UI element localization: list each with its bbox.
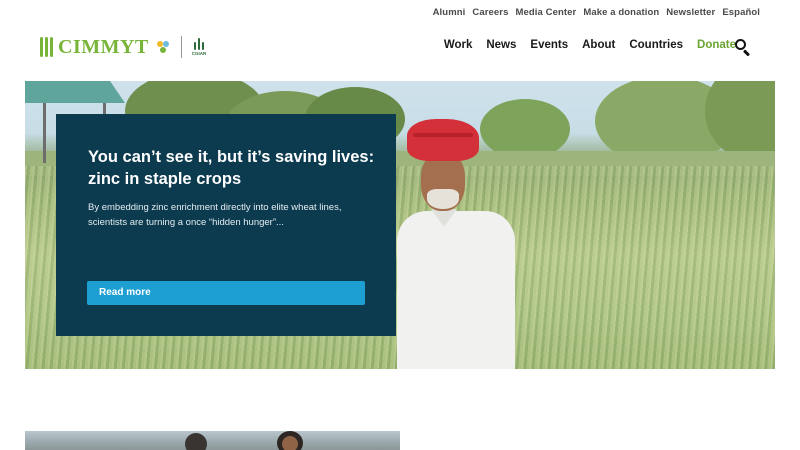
utility-link-careers[interactable]: Careers <box>472 7 508 18</box>
utility-nav: Alumni Careers Media Center Make a donat… <box>433 7 760 18</box>
logo-wordmark: CIMMYT <box>58 35 149 58</box>
hero-farmer-figure <box>397 119 517 369</box>
nav-work[interactable]: Work <box>444 39 473 51</box>
cgiar-leaf-icon <box>192 38 206 50</box>
hero-title[interactable]: You can’t see it, but it’s saving lives:… <box>88 146 378 190</box>
utility-link-alumni[interactable]: Alumni <box>433 7 466 18</box>
hero-summary: By embedding zinc enrichment directly in… <box>88 202 342 228</box>
logo-divider <box>180 36 182 58</box>
cgiar-label: CGIAR <box>191 51 207 56</box>
main-nav: Work News Events About Countries Donate <box>444 39 736 51</box>
read-more-button[interactable]: Read more <box>87 281 365 305</box>
hero-shelter-post <box>43 103 46 163</box>
nav-events[interactable]: Events <box>530 39 568 51</box>
nav-news[interactable]: News <box>486 39 516 51</box>
story-thumbnail-image[interactable] <box>25 431 400 450</box>
cgiar-logo[interactable]: CGIAR <box>191 38 207 56</box>
nav-about[interactable]: About <box>582 39 615 51</box>
utility-link-newsletter[interactable]: Newsletter <box>666 7 715 18</box>
hero-story-card: You can’t see it, but it’s saving lives:… <box>56 114 396 336</box>
site-logo[interactable]: CIMMYT CGIAR <box>40 36 206 58</box>
nav-countries[interactable]: Countries <box>629 39 683 51</box>
nav-donate[interactable]: Donate <box>697 39 736 51</box>
search-icon[interactable] <box>735 39 751 57</box>
utility-link-make-a-donation[interactable]: Make a donation <box>583 7 659 18</box>
wheat-logo-icon <box>40 37 54 57</box>
globe-icon <box>156 41 169 53</box>
utility-link-espanol[interactable]: Español <box>722 7 760 18</box>
utility-link-media-center[interactable]: Media Center <box>515 7 576 18</box>
hero-shelter-roof <box>25 81 125 103</box>
